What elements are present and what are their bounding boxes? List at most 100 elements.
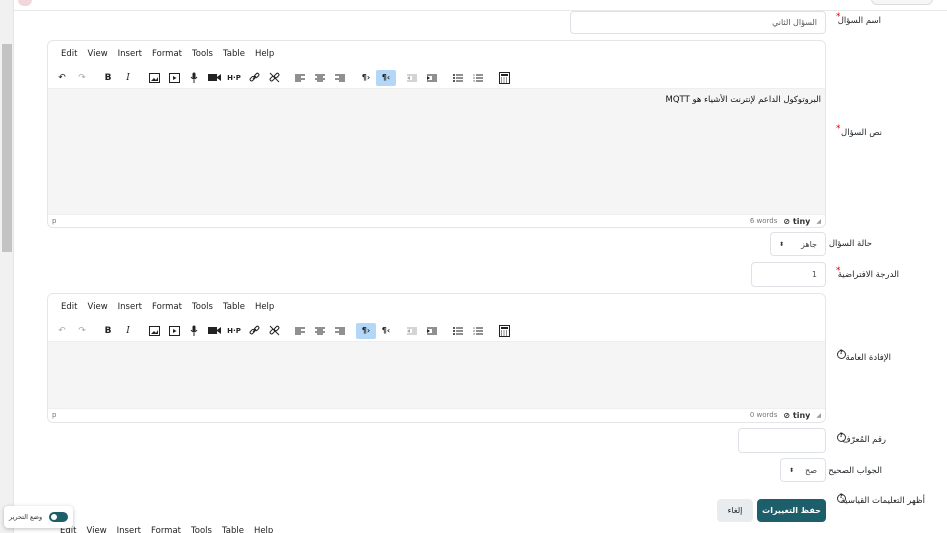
- media-icon[interactable]: [164, 323, 184, 339]
- element-path[interactable]: p: [52, 217, 56, 225]
- menu-format[interactable]: Format: [147, 302, 187, 312]
- rtl-icon[interactable]: ¶‹: [376, 69, 396, 86]
- align-center-icon[interactable]: [310, 323, 330, 339]
- id-number-input[interactable]: [738, 428, 826, 453]
- microphone-icon[interactable]: [184, 70, 204, 86]
- menu-tools[interactable]: Tools: [187, 49, 218, 59]
- resize-handle-icon[interactable]: ◢: [816, 218, 821, 225]
- bold-icon[interactable]: B: [98, 70, 118, 86]
- help-icon[interactable]: [837, 493, 846, 503]
- toggle-switch[interactable]: [49, 512, 68, 522]
- menu-help[interactable]: Help: [250, 302, 279, 312]
- show-instructions-label: أظهر التعليمات القياسية: [840, 496, 925, 506]
- media-icon[interactable]: [164, 70, 184, 86]
- editor-menubar-partial: Edit View Insert Format Tools Table Help: [47, 525, 826, 533]
- italic-icon[interactable]: I: [118, 323, 138, 339]
- bullet-list-icon[interactable]: [448, 70, 468, 86]
- ltr-icon[interactable]: ¶›: [356, 322, 376, 339]
- question-text-editor[interactable]: Edit View Insert Format Tools Table Help…: [47, 40, 826, 228]
- bullet-list-icon[interactable]: [448, 323, 468, 339]
- redo-icon[interactable]: ↷: [72, 323, 92, 339]
- menu-format[interactable]: Format: [147, 49, 187, 59]
- rtl-icon[interactable]: ¶‹: [376, 323, 396, 339]
- top-button[interactable]: [871, 0, 933, 5]
- indent-icon[interactable]: [422, 70, 442, 86]
- menu-format[interactable]: Format: [146, 526, 186, 533]
- link-icon[interactable]: [244, 323, 264, 339]
- outdent-icon[interactable]: [402, 70, 422, 86]
- menu-view[interactable]: View: [82, 49, 112, 59]
- ltr-icon[interactable]: ¶›: [356, 70, 376, 86]
- svg-text:3: 3: [473, 79, 475, 82]
- calculator-icon[interactable]: [494, 70, 514, 86]
- h5p-icon[interactable]: H·P: [224, 70, 244, 86]
- menu-insert[interactable]: Insert: [113, 49, 147, 59]
- default-mark-input[interactable]: 1: [751, 262, 826, 287]
- microphone-icon[interactable]: [184, 323, 204, 339]
- help-icon[interactable]: [837, 349, 846, 359]
- bold-icon[interactable]: B: [98, 323, 118, 339]
- redo-icon[interactable]: ↷: [72, 70, 92, 86]
- question-status-select[interactable]: جاهز ⬍: [770, 232, 826, 256]
- menu-table[interactable]: Table: [217, 526, 249, 533]
- select-arrow-icon: ⬍: [789, 466, 795, 474]
- word-count[interactable]: 0 words: [750, 411, 778, 419]
- editor-menubar: Edit View Insert Format Tools Table Help: [48, 41, 825, 67]
- undo-icon[interactable]: ↶: [52, 323, 72, 339]
- h5p-icon[interactable]: H·P: [224, 323, 244, 339]
- indent-icon[interactable]: [422, 323, 442, 339]
- question-name-input[interactable]: السؤال الثاني: [570, 11, 826, 34]
- cancel-button[interactable]: إلغاء: [717, 499, 753, 522]
- menu-insert[interactable]: Insert: [112, 526, 146, 533]
- menu-view[interactable]: View: [82, 302, 112, 312]
- correct-answer-select[interactable]: صح ⬍: [780, 458, 826, 482]
- unlink-icon[interactable]: [264, 323, 284, 339]
- video-camera-icon[interactable]: [204, 70, 224, 86]
- edit-mode-toggle[interactable]: وضع التحرير: [4, 506, 73, 528]
- editor-statusbar: p 0 words ⊘ tiny ◢: [48, 408, 825, 421]
- outdent-icon[interactable]: [402, 323, 422, 339]
- menu-help[interactable]: Help: [250, 49, 279, 59]
- save-changes-button[interactable]: حفظ التغييرات: [757, 499, 826, 522]
- menu-insert[interactable]: Insert: [113, 302, 147, 312]
- scrollbar-thumb[interactable]: [2, 44, 12, 252]
- menu-edit[interactable]: Edit: [56, 302, 82, 312]
- image-icon[interactable]: [144, 323, 164, 339]
- menu-tools[interactable]: Tools: [186, 526, 217, 533]
- align-center-icon[interactable]: [310, 70, 330, 86]
- menu-view[interactable]: View: [81, 526, 111, 533]
- align-left-icon[interactable]: [290, 323, 310, 339]
- undo-icon[interactable]: ↶: [52, 70, 72, 86]
- menu-help[interactable]: Help: [249, 526, 278, 533]
- align-right-icon[interactable]: [330, 70, 350, 86]
- calculator-icon[interactable]: [494, 323, 514, 339]
- align-left-icon[interactable]: [290, 70, 310, 86]
- menu-table[interactable]: Table: [218, 302, 250, 312]
- align-right-icon[interactable]: [330, 323, 350, 339]
- correct-answer-value: صح: [805, 465, 817, 475]
- numbered-list-icon[interactable]: 123: [468, 323, 488, 339]
- tiny-logo[interactable]: ⊘ tiny: [783, 411, 810, 420]
- editor-content[interactable]: البروتوكول الداعم لإنترنت الأشياء هو MQT…: [48, 89, 825, 214]
- general-feedback-editor[interactable]: Edit View Insert Format Tools Table Help…: [47, 293, 826, 423]
- resize-handle-icon[interactable]: ◢: [816, 412, 821, 419]
- word-count[interactable]: 6 words: [750, 217, 778, 225]
- element-path[interactable]: p: [52, 411, 56, 419]
- editor-content[interactable]: [48, 342, 825, 408]
- link-icon[interactable]: [244, 70, 264, 86]
- menu-edit[interactable]: Edit: [56, 49, 82, 59]
- editor-toolbar: ↶ ↷ B I H·P ¶› ¶‹ 123: [48, 67, 825, 89]
- unlink-icon[interactable]: [264, 70, 284, 86]
- image-icon[interactable]: [144, 70, 164, 86]
- question-name-label: اسم السؤال: [837, 16, 881, 26]
- menu-tools[interactable]: Tools: [187, 302, 218, 312]
- numbered-list-icon[interactable]: 123: [468, 70, 488, 86]
- menu-table[interactable]: Table: [218, 49, 250, 59]
- question-status-value: جاهز: [800, 239, 817, 249]
- general-feedback-label: الإفادة العامة: [845, 353, 891, 363]
- help-icon[interactable]: [837, 432, 846, 442]
- italic-icon[interactable]: I: [118, 70, 138, 86]
- left-scrollbar[interactable]: [0, 0, 14, 533]
- tiny-logo[interactable]: ⊘ tiny: [783, 217, 810, 226]
- video-camera-icon[interactable]: [204, 323, 224, 339]
